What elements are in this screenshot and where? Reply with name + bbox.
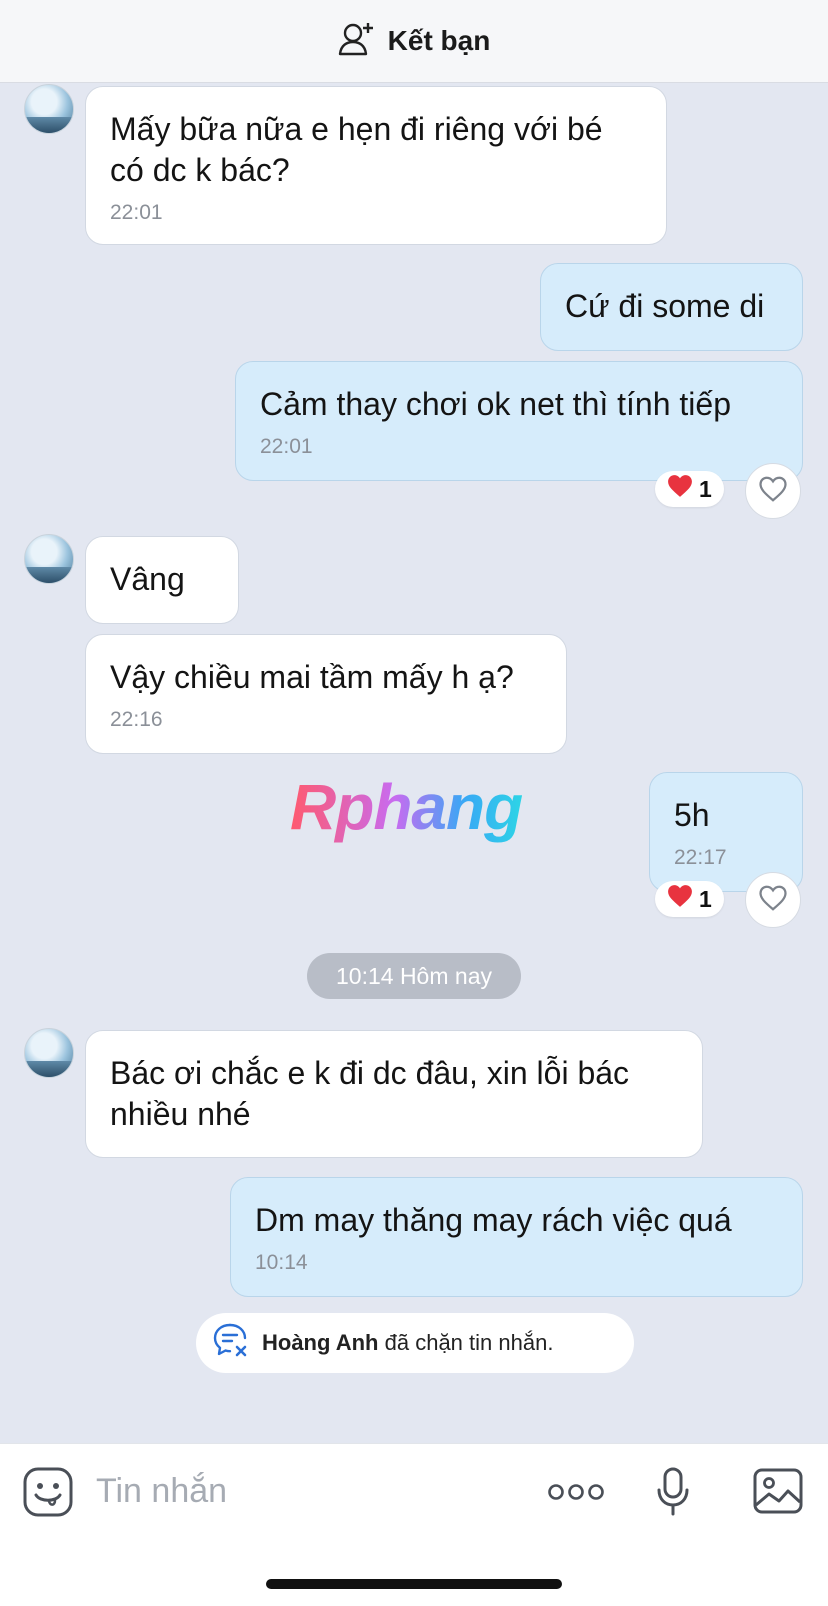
like-button[interactable] bbox=[745, 872, 801, 928]
red-heart-icon bbox=[667, 474, 693, 504]
message-text: Vâng bbox=[110, 561, 185, 597]
reaction-count: 1 bbox=[699, 475, 712, 502]
contact-avatar[interactable] bbox=[24, 1028, 74, 1078]
message-bubble-incoming[interactable]: Bác ơi chắc e k đi dc đâu, xin lỗi bác n… bbox=[85, 1030, 703, 1158]
sticker-face-icon[interactable] bbox=[22, 1466, 74, 1523]
reaction-badge[interactable]: 1 bbox=[655, 881, 724, 917]
microphone-icon[interactable] bbox=[655, 1466, 691, 1523]
blocked-user-name: Hoàng Anh bbox=[262, 1330, 379, 1355]
blocked-text: đã chặn tin nhắn. bbox=[384, 1330, 554, 1355]
message-bubble-incoming[interactable]: Vậy chiều mai tầm mấy h ạ? 22:16 bbox=[85, 634, 567, 754]
red-heart-icon bbox=[667, 884, 693, 914]
message-text: Bác ơi chắc e k đi dc đâu, xin lỗi bác n… bbox=[110, 1055, 630, 1132]
message-text: Dm may thăng may rách việc quá bbox=[255, 1202, 732, 1238]
message-time: 22:17 bbox=[674, 846, 727, 869]
heart-outline-icon bbox=[758, 475, 788, 508]
message-bubble-outgoing[interactable]: Cứ đi some di bbox=[540, 263, 803, 351]
contact-avatar[interactable] bbox=[24, 534, 74, 584]
message-text: Vậy chiều mai tầm mấy h ạ? bbox=[110, 659, 514, 695]
watermark-logo: Rphang bbox=[290, 771, 523, 843]
message-text: Cứ đi some di bbox=[565, 288, 765, 324]
image-icon[interactable] bbox=[752, 1467, 804, 1520]
message-bubble-outgoing[interactable]: Dm may thăng may rách việc quá 10:14 bbox=[230, 1177, 803, 1297]
message-time: 22:16 bbox=[110, 708, 163, 731]
message-time: 10:14 bbox=[255, 1251, 308, 1274]
message-input[interactable]: Tin nhắn bbox=[96, 1472, 227, 1511]
home-indicator bbox=[266, 1579, 562, 1589]
message-text: 5h bbox=[674, 797, 710, 833]
chat-blocked-icon bbox=[212, 1322, 250, 1364]
message-text: Mấy bữa nữa e hẹn đi riêng với bé có dc … bbox=[110, 111, 603, 188]
reaction-badge[interactable]: 1 bbox=[655, 471, 724, 507]
message-bubble-incoming[interactable]: Vâng bbox=[85, 536, 239, 624]
message-bubble-incoming[interactable]: Mấy bữa nữa e hẹn đi riêng với bé có dc … bbox=[85, 86, 667, 245]
message-time: 22:01 bbox=[260, 435, 313, 458]
more-dots-icon[interactable] bbox=[547, 1482, 605, 1507]
message-text: Cảm thay chơi ok net thì tính tiếp bbox=[260, 386, 731, 422]
date-separator: 10:14 Hôm nay bbox=[307, 953, 521, 999]
add-user-icon bbox=[338, 21, 376, 62]
reaction-count: 1 bbox=[699, 885, 712, 912]
message-time: 22:01 bbox=[110, 201, 163, 224]
like-button[interactable] bbox=[745, 463, 801, 519]
blocked-notice: Hoàng Anh đã chặn tin nhắn. bbox=[196, 1313, 634, 1373]
add-friend-bar[interactable]: Kết bạn bbox=[0, 0, 828, 83]
contact-avatar[interactable] bbox=[24, 84, 74, 134]
add-friend-label[interactable]: Kết bạn bbox=[388, 25, 491, 57]
heart-outline-icon bbox=[758, 884, 788, 917]
message-bubble-outgoing[interactable]: Cảm thay chơi ok net thì tính tiếp 22:01 bbox=[235, 361, 803, 481]
